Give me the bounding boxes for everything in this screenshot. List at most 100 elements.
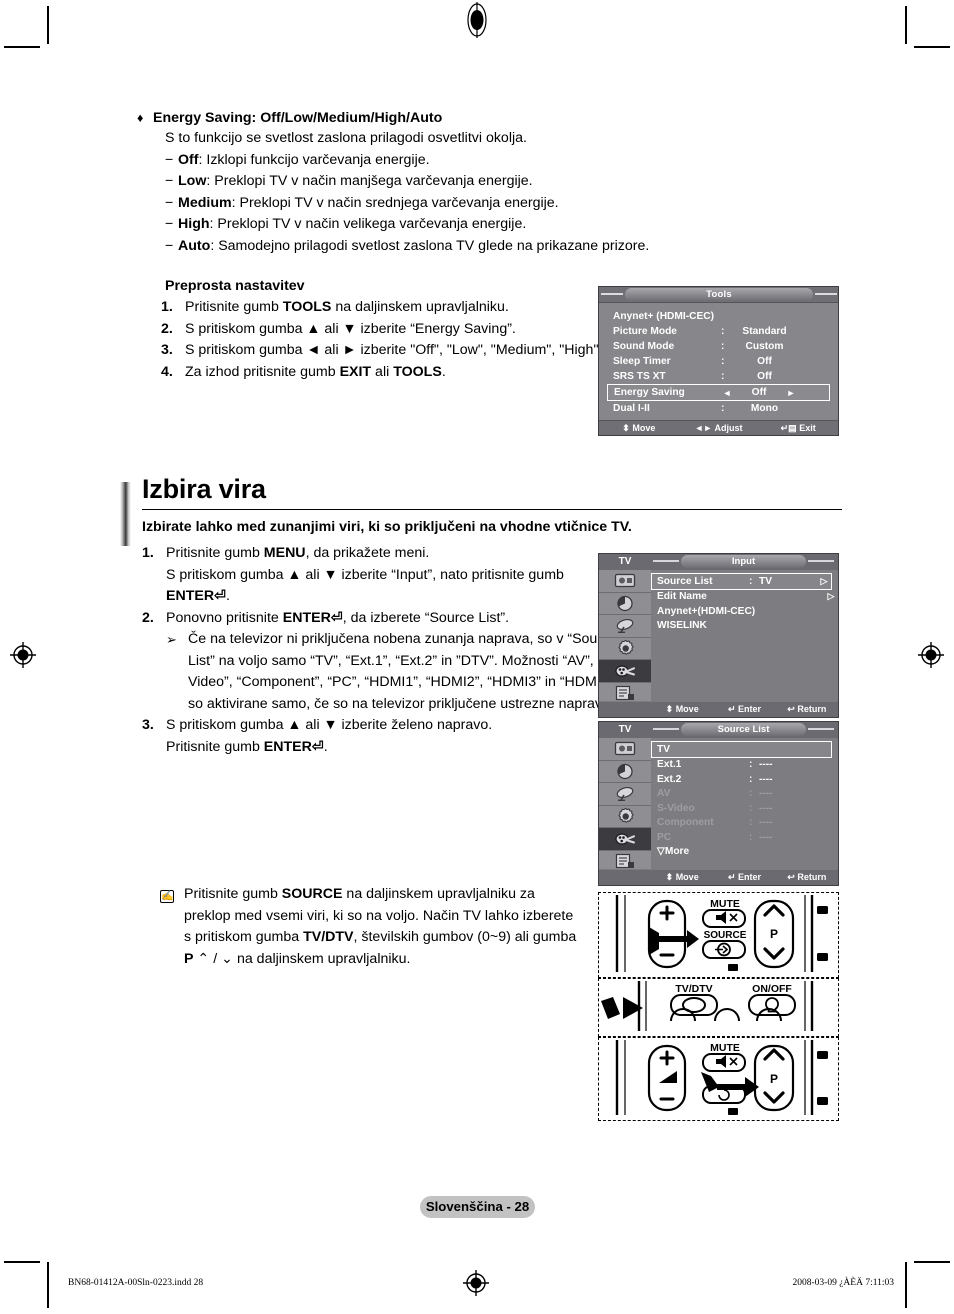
- tools-row-dual-i-ii[interactable]: Dual I-II : Mono: [599, 401, 838, 416]
- section-accent-bar: [120, 482, 131, 546]
- tools-row-srs-ts-xt[interactable]: SRS TS XT : Off: [599, 369, 838, 384]
- input-osd-panel[interactable]: TV Input Source List: TV ▷ Edit Name ▷ …: [598, 553, 839, 718]
- input-row-edit-name[interactable]: Edit Name ▷: [651, 590, 838, 605]
- input-plug-icon[interactable]: [599, 828, 651, 851]
- footer-label: Exit: [799, 422, 816, 433]
- row-value: Off: [751, 387, 767, 398]
- section-lead-text: Izbirate lahko med zunanjimi viri, ki so…: [142, 519, 632, 535]
- page-number-badge: Slovenščina - 28: [420, 1196, 535, 1218]
- osd-tv-label: TV: [599, 722, 651, 738]
- option-desc: : Izklopi funkcijo varčevanja energije.: [198, 151, 430, 168]
- left-arrow-icon[interactable]: ◄: [718, 388, 736, 398]
- svg-text:MUTE: MUTE: [710, 898, 740, 910]
- source-steps-list: 1. Pritisnite gumb MENU, da prikažete me…: [142, 543, 622, 758]
- input-osd-footer: ⬍ Move ↵ Enter ↩ Return: [599, 702, 838, 717]
- svg-text:P: P: [770, 927, 778, 941]
- tools-row-anynet[interactable]: Anynet+ (HDMI-CEC): [599, 309, 838, 324]
- row-label: Anynet+ (HDMI-CEC): [613, 311, 715, 322]
- step-text: Pritisnite gumb: [166, 545, 264, 561]
- tools-osd-footer: ⬍ Move ◄► Adjust ↵▤ Exit: [599, 420, 838, 435]
- enter-glyph-icon: ⏎: [311, 738, 324, 755]
- tools-row-sound-mode[interactable]: Sound Mode : Custom: [599, 339, 838, 354]
- row-colon: :: [749, 759, 753, 771]
- tools-row-energy-saving[interactable]: Energy Saving ◄ Off ►: [607, 384, 830, 401]
- source-row-s-video[interactable]: S-Video : ----: [651, 801, 838, 816]
- right-arrow-icon[interactable]: ►: [782, 388, 800, 398]
- step-number: 2.: [161, 320, 173, 337]
- step-bold-menu: MENU: [263, 545, 306, 561]
- footer-move: ⬍ Move: [651, 704, 713, 715]
- footer-move: ⬍ Move: [599, 423, 679, 434]
- tools-osd-panel[interactable]: Tools Anynet+ (HDMI-CEC) Picture Mode : …: [598, 286, 839, 436]
- input-row-wiselink[interactable]: WISELINK: [651, 619, 838, 634]
- source-note-row: ➢ Če na televizor ni priključena nobena …: [166, 629, 622, 715]
- option-desc: : Samodejno prilagodi svetlost zaslona T…: [210, 237, 650, 254]
- setup-gear-icon[interactable]: [599, 638, 651, 660]
- sound-icon[interactable]: [599, 761, 651, 783]
- tools-row-sleep-timer[interactable]: Sleep Timer : Off: [599, 354, 838, 369]
- row-label: AV: [657, 788, 671, 800]
- note-bold-tvdtv: TV/DTV: [303, 929, 354, 945]
- setup-gear-icon[interactable]: [599, 806, 651, 828]
- step-bold-enter: ENTER: [166, 588, 215, 604]
- source-row-component[interactable]: Component : ----: [651, 816, 838, 831]
- print-timestamp: 2008-03-09 ¿ÀÈÄ 7:11:03: [792, 1278, 895, 1288]
- chevron-right-icon: ▷: [820, 575, 828, 586]
- row-label: Ext.2: [657, 773, 682, 785]
- source-row-ext2[interactable]: Ext.2 : ----: [651, 772, 838, 787]
- row-colon: :: [749, 802, 753, 814]
- row-value: ----: [759, 831, 773, 843]
- row-label: WISELINK: [657, 620, 707, 632]
- step-bold-exit: EXIT: [339, 363, 372, 380]
- svg-text:ON/OFF: ON/OFF: [752, 983, 792, 995]
- move-arrows-icon: ⬍: [665, 872, 674, 882]
- input-osd-titlebar: TV Input: [599, 554, 838, 570]
- input-row-source-list[interactable]: Source List : TV ▷: [651, 573, 832, 590]
- row-colon: :: [749, 575, 753, 587]
- tools-row-picture-mode[interactable]: Picture Mode : Standard: [599, 324, 838, 339]
- sound-icon[interactable]: [599, 593, 651, 615]
- remote-source-mute-illustration: MUTE SOURCE P: [598, 892, 839, 978]
- source-row-more[interactable]: ▽More: [651, 845, 838, 860]
- channel-dish-icon[interactable]: [599, 783, 651, 806]
- input-row-anynet[interactable]: Anynet+(HDMI-CEC): [651, 604, 838, 619]
- picture-icon[interactable]: [599, 570, 651, 593]
- source-osd-title: Source List: [653, 723, 834, 736]
- row-label: Sound Mode: [613, 341, 675, 352]
- step-text: Za izhod pritisnite gumb: [185, 363, 340, 380]
- source-row-tv[interactable]: TV: [651, 741, 832, 758]
- energy-saving-intro: S to funkcijo se svetlost zaslona prilag…: [165, 130, 527, 146]
- svg-text:MUTE: MUTE: [710, 1042, 740, 1054]
- chevron-right-icon: ▷: [827, 591, 835, 602]
- footer-return: ↩ Return: [776, 704, 838, 715]
- source-row-ext1[interactable]: Ext.1 : ----: [651, 758, 838, 773]
- footer-return: ↩ Return: [776, 872, 838, 883]
- footer-enter: ↵ Enter: [713, 872, 775, 883]
- option-desc: : Preklopi TV v način velikega varčevanj…: [209, 216, 527, 232]
- channel-dish-icon[interactable]: [599, 615, 651, 638]
- svg-text:P: P: [770, 1072, 778, 1086]
- row-label: SRS TS XT: [613, 371, 666, 382]
- row-label: Edit Name: [657, 591, 707, 603]
- source-button-note: ✍ Pritisnite gumb SOURCE na daljinskem u…: [160, 884, 580, 970]
- step-text-line2-end: .: [225, 588, 230, 604]
- source-row-av[interactable]: AV : ----: [651, 787, 838, 802]
- source-list-osd-panel[interactable]: TV Source List TV Ext.1: ---- Ext.2: -…: [598, 721, 839, 886]
- enter-glyph-icon: ⏎: [330, 609, 343, 626]
- return-icon: ↩: [787, 704, 795, 714]
- input-plug-icon[interactable]: [599, 660, 651, 683]
- source-osd-sidebar: [599, 738, 651, 873]
- source-row-pc[interactable]: PC : ----: [651, 830, 838, 845]
- page-title: Izbira vira: [142, 474, 266, 504]
- bullet-heading-row: ♦ Energy Saving: Off/Low/Medium/High/Aut…: [137, 108, 842, 128]
- dash-icon: −: [165, 173, 174, 189]
- footer-label: Return: [797, 872, 827, 882]
- row-value: ----: [759, 773, 773, 785]
- row-label: Dual I-II: [613, 403, 650, 414]
- footer-move: ⬍ Move: [651, 872, 713, 883]
- picture-icon[interactable]: [599, 738, 651, 761]
- row-value: TV: [759, 575, 773, 587]
- row-value: Standard: [742, 326, 787, 337]
- step-bold-tools: TOOLS: [282, 299, 332, 315]
- osd-tv-label: TV: [599, 554, 651, 570]
